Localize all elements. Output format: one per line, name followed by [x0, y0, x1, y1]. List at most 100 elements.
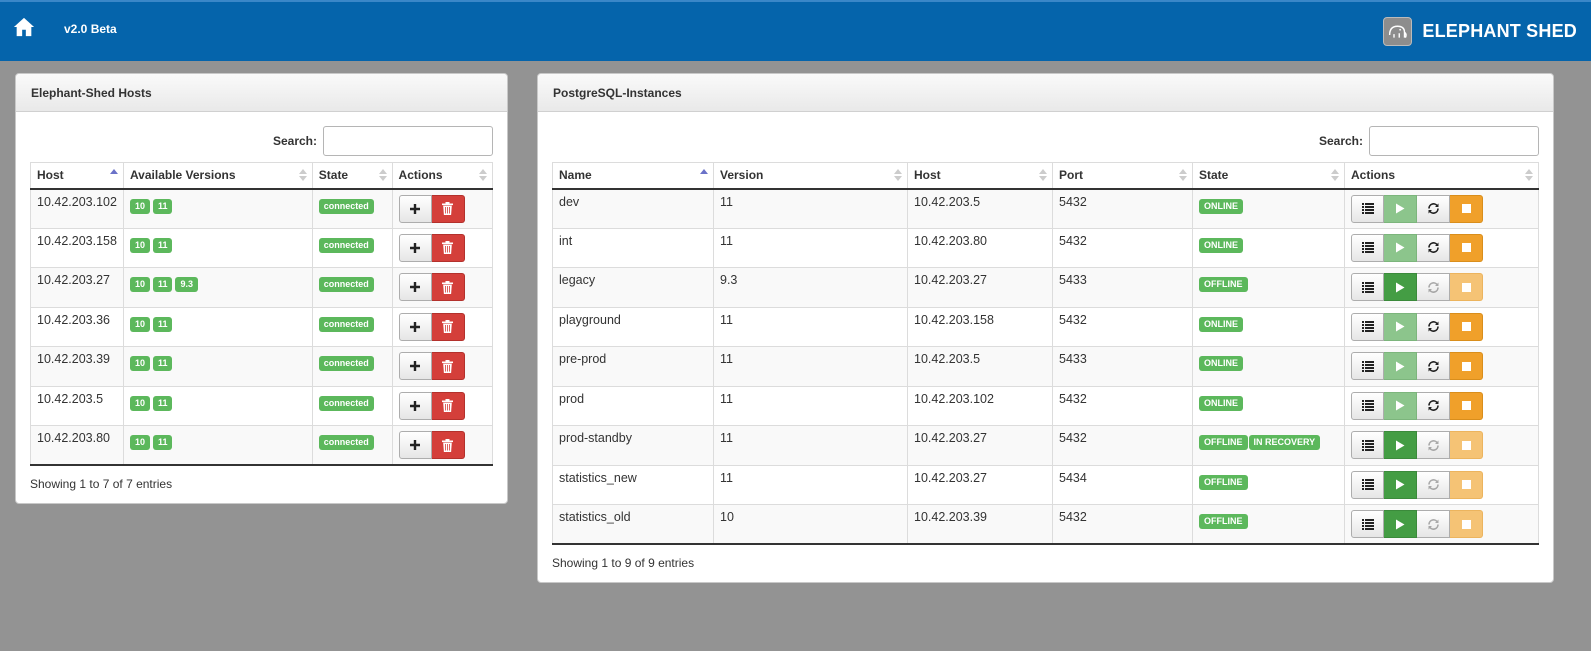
- refresh-icon: [1427, 242, 1439, 253]
- details-button[interactable]: [1351, 510, 1384, 538]
- host-row: 10.42.203.80 10 11 connected: [30, 425, 494, 466]
- instances-search-input[interactable]: [1369, 126, 1539, 156]
- restart-button[interactable]: [1417, 194, 1450, 223]
- restart-button[interactable]: [1417, 510, 1450, 538]
- start-button[interactable]: [1384, 431, 1417, 459]
- host-row: 10.42.203.5 10 11 connected: [30, 385, 494, 426]
- delete-host-button[interactable]: [431, 312, 465, 341]
- trash-icon: [442, 280, 454, 294]
- instances-col-actions[interactable]: Actions: [1344, 162, 1539, 190]
- stop-icon: [1461, 401, 1471, 410]
- start-button[interactable]: [1384, 273, 1417, 301]
- hosts-col-host[interactable]: Host: [30, 162, 124, 190]
- instance-name: pre-prod: [552, 346, 714, 387]
- delete-host-button[interactable]: [431, 194, 465, 223]
- start-button[interactable]: [1384, 312, 1417, 341]
- instances-col-name[interactable]: Name: [552, 162, 714, 190]
- instances-col-port[interactable]: Port: [1052, 162, 1193, 190]
- stop-button[interactable]: [1450, 431, 1483, 459]
- host-address: 10.42.203.102: [30, 188, 124, 229]
- host-actions: [391, 385, 494, 426]
- status-badge: connected: [318, 395, 374, 411]
- delete-host-button[interactable]: [431, 391, 465, 420]
- hosts-col-available-versions[interactable]: Available Versions: [122, 162, 313, 190]
- hosts-col-state[interactable]: State: [311, 162, 393, 190]
- instance-action-group: [1351, 233, 1483, 262]
- instance-version: 11: [713, 464, 908, 505]
- status-badge: ONLINE: [1199, 356, 1244, 371]
- start-button[interactable]: [1384, 233, 1417, 262]
- host-address: 10.42.203.5: [30, 385, 124, 426]
- details-button[interactable]: [1351, 194, 1384, 223]
- restart-button[interactable]: [1417, 352, 1450, 380]
- add-instance-button[interactable]: [398, 194, 432, 223]
- stop-button[interactable]: [1450, 352, 1483, 380]
- delete-host-button[interactable]: [431, 273, 465, 301]
- host-state: connected: [311, 425, 393, 466]
- details-button[interactable]: [1351, 470, 1384, 499]
- instance-actions: [1344, 346, 1539, 387]
- instances-col-host[interactable]: Host: [907, 162, 1053, 190]
- play-icon: [1396, 479, 1405, 490]
- details-button[interactable]: [1351, 391, 1384, 420]
- details-button[interactable]: [1351, 273, 1384, 301]
- play-icon: [1396, 519, 1405, 529]
- hosts-col-actions[interactable]: Actions: [391, 162, 494, 190]
- hosts-search-input[interactable]: [323, 126, 493, 156]
- details-button[interactable]: [1351, 312, 1384, 341]
- instance-host: 10.42.203.27: [907, 267, 1053, 308]
- instance-action-group: [1351, 194, 1483, 223]
- details-button[interactable]: [1351, 352, 1384, 380]
- brand[interactable]: ELEPHANT SHED: [1383, 17, 1577, 46]
- restart-button[interactable]: [1417, 391, 1450, 420]
- host-action-group: [398, 233, 465, 262]
- restart-button[interactable]: [1417, 431, 1450, 459]
- stop-button[interactable]: [1450, 194, 1483, 223]
- add-instance-button[interactable]: [398, 233, 432, 262]
- details-button[interactable]: [1351, 431, 1384, 459]
- instance-state: ONLINE: [1192, 188, 1345, 229]
- add-instance-button[interactable]: [398, 352, 432, 380]
- instances-col-version[interactable]: Version: [713, 162, 908, 190]
- refresh-icon: [1427, 281, 1439, 293]
- instance-version: 11: [713, 306, 908, 347]
- restart-button[interactable]: [1417, 470, 1450, 499]
- stop-button[interactable]: [1450, 470, 1483, 499]
- add-instance-button[interactable]: [398, 431, 432, 459]
- restart-button[interactable]: [1417, 233, 1450, 262]
- add-instance-button[interactable]: [398, 312, 432, 341]
- instance-host: 10.42.203.80: [907, 227, 1053, 268]
- restart-button[interactable]: [1417, 273, 1450, 301]
- stop-button[interactable]: [1450, 391, 1483, 420]
- instance-state: OFFLINE: [1192, 267, 1345, 308]
- add-instance-button[interactable]: [398, 273, 432, 301]
- instance-state: ONLINE: [1192, 227, 1345, 268]
- stop-button[interactable]: [1450, 312, 1483, 341]
- instance-row: pre-prod 11 10.42.203.5 5433 ONLINE: [552, 346, 1539, 387]
- stop-button[interactable]: [1450, 233, 1483, 262]
- delete-host-button[interactable]: [431, 352, 465, 380]
- stop-button[interactable]: [1450, 510, 1483, 538]
- start-button[interactable]: [1384, 194, 1417, 223]
- home-icon[interactable]: [13, 16, 35, 38]
- add-instance-button[interactable]: [398, 391, 432, 420]
- start-button[interactable]: [1384, 391, 1417, 420]
- instance-row: playground 11 10.42.203.158 5432 ONLINE: [552, 306, 1539, 347]
- hosts-panel-title: Elephant-Shed Hosts: [16, 74, 507, 112]
- restart-button[interactable]: [1417, 312, 1450, 341]
- instance-state: ONLINE: [1192, 306, 1345, 347]
- start-button[interactable]: [1384, 352, 1417, 380]
- instances-col-state[interactable]: State: [1192, 162, 1345, 190]
- stop-button[interactable]: [1450, 273, 1483, 301]
- top-navbar: v2.0 Beta ELEPHANT SHED: [0, 0, 1591, 61]
- details-button[interactable]: [1351, 233, 1384, 262]
- start-button[interactable]: [1384, 470, 1417, 499]
- delete-host-button[interactable]: [431, 431, 465, 459]
- start-button[interactable]: [1384, 510, 1417, 538]
- host-actions: [391, 188, 494, 229]
- play-icon: [1396, 282, 1405, 292]
- host-action-group: [398, 312, 465, 341]
- delete-host-button[interactable]: [431, 233, 465, 262]
- status-badge: ONLINE: [1199, 395, 1244, 411]
- version-badge: 10: [129, 435, 150, 450]
